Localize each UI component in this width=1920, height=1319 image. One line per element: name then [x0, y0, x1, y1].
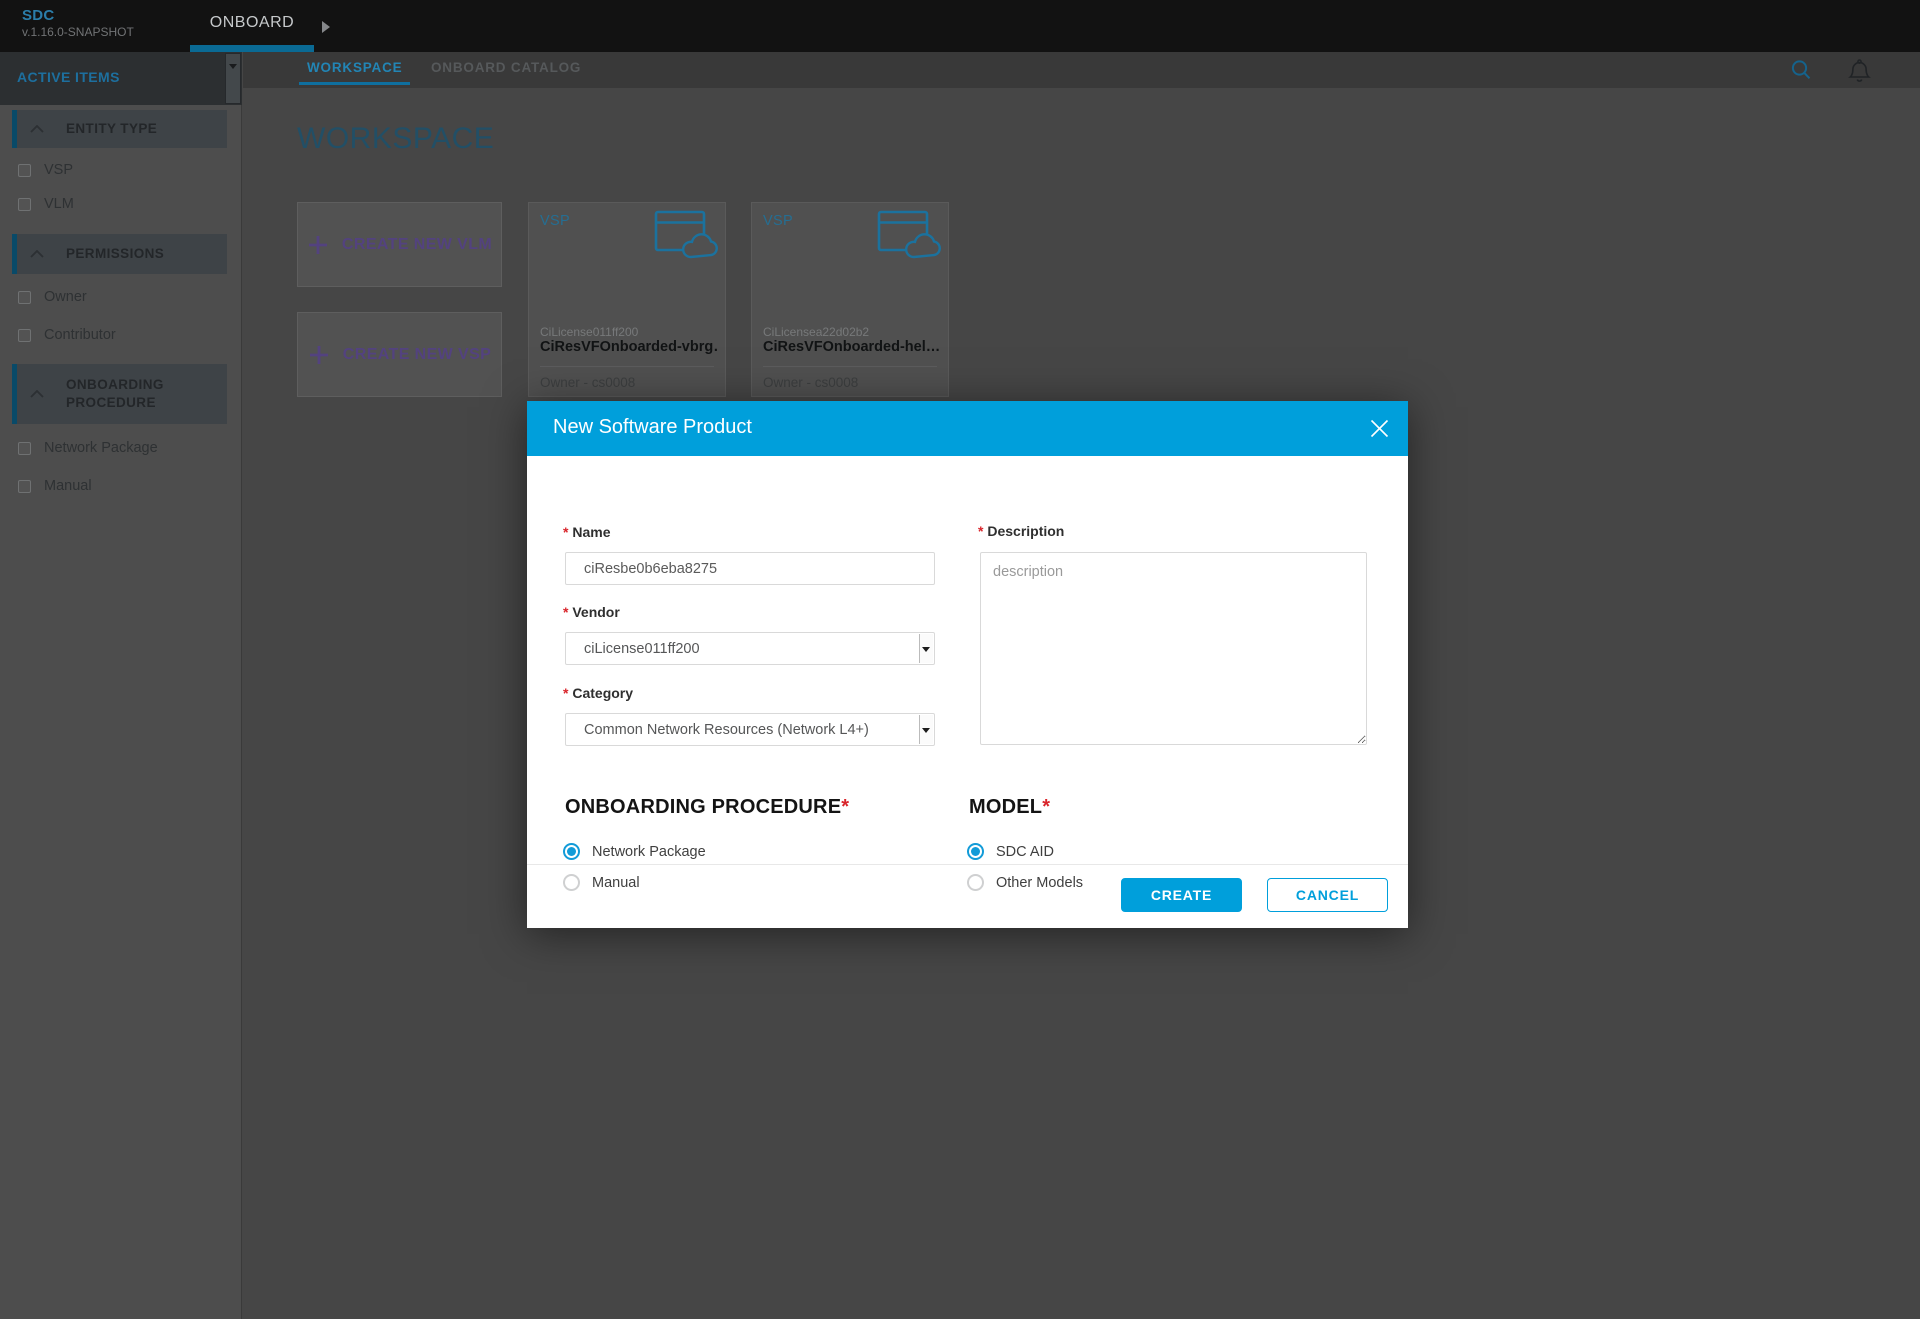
chevron-down-icon — [922, 728, 930, 733]
required-asterisk: * — [563, 685, 568, 701]
required-asterisk: * — [563, 604, 568, 620]
modal-title: New Software Product — [553, 416, 752, 439]
modal-footer: CREATE CANCEL — [527, 864, 1408, 928]
radio-network-package[interactable]: Network Package — [563, 843, 706, 860]
vendor-label: * Vendor — [563, 604, 620, 620]
category-select-value: Common Network Resources (Network L4+) — [584, 722, 869, 738]
description-textarea[interactable] — [980, 552, 1367, 745]
name-input[interactable] — [565, 552, 935, 585]
description-label: * Description — [978, 523, 1064, 539]
modal-header: New Software Product — [527, 401, 1408, 456]
category-select[interactable]: Common Network Resources (Network L4+) — [565, 713, 935, 746]
radio-selected-icon — [563, 843, 580, 860]
close-icon[interactable] — [1368, 417, 1390, 439]
radio-sdc-aid[interactable]: SDC AID — [967, 843, 1054, 860]
sdc-app: SDC v.1.16.0-SNAPSHOT ONBOARD ACTIVE ITE… — [0, 0, 1920, 1319]
required-asterisk: * — [1042, 796, 1050, 818]
modal-body: * Name * Vendor ciLicense011ff200 * Cate… — [527, 456, 1408, 864]
create-button[interactable]: CREATE — [1121, 878, 1242, 912]
onboarding-procedure-heading: ONBOARDING PROCEDURE* — [565, 796, 849, 819]
required-asterisk: * — [563, 524, 568, 540]
new-software-product-modal: New Software Product * Name * Vendor ciL… — [527, 401, 1408, 928]
chevron-down-icon — [922, 647, 930, 652]
required-asterisk: * — [841, 796, 849, 818]
radio-selected-icon — [967, 843, 984, 860]
required-asterisk: * — [978, 523, 983, 539]
name-label: * Name — [563, 524, 610, 540]
vendor-select-value: ciLicense011ff200 — [584, 641, 700, 657]
category-label: * Category — [563, 685, 633, 701]
vendor-select[interactable]: ciLicense011ff200 — [565, 632, 935, 665]
model-heading: MODEL* — [969, 796, 1050, 819]
cancel-button[interactable]: CANCEL — [1267, 878, 1388, 912]
